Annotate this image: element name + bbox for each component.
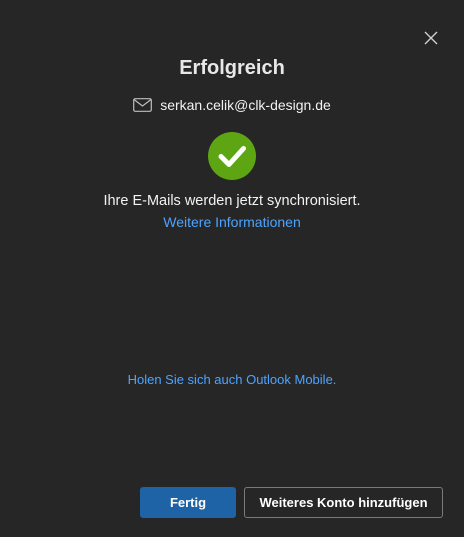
mail-icon [133, 98, 153, 112]
checkmark-circle-icon [208, 132, 256, 180]
sync-message: Ihre E-Mails werden jetzt synchronisiert… [103, 193, 361, 209]
success-dialog: Erfolgreich serkan.celik@clk-design.de I… [0, 0, 464, 537]
account-row: serkan.celik@clk-design.de [0, 97, 464, 113]
close-button[interactable] [419, 26, 443, 50]
close-icon [424, 31, 438, 45]
outlook-mobile-link[interactable]: Holen Sie sich auch Outlook Mobile. [0, 372, 464, 387]
dialog-title: Erfolgreich [179, 57, 285, 79]
more-info-link[interactable]: Weitere Informationen [0, 214, 464, 230]
done-button[interactable]: Fertig [140, 487, 236, 518]
add-account-button[interactable]: Weiteres Konto hinzufügen [244, 487, 443, 518]
account-email: serkan.celik@clk-design.de [160, 97, 331, 113]
